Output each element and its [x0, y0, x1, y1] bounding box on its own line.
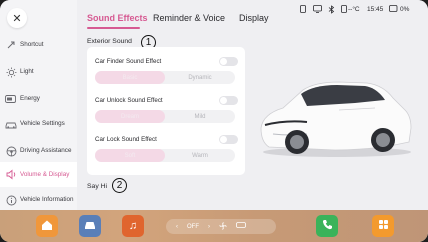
sidebar-item-energy[interactable]: Energy	[0, 87, 77, 111]
music-icon: ♫	[128, 220, 138, 232]
seat-heat-icon[interactable]	[236, 222, 246, 231]
car-finder-selector[interactable]: Basic Dynamic	[95, 71, 235, 84]
music-app-button[interactable]: ♫	[122, 215, 144, 237]
home-app-button[interactable]	[36, 215, 58, 237]
tab-reminder-voice[interactable]: Reminder & Voice	[153, 13, 225, 23]
car-unlock-selector[interactable]: Dream Mild	[95, 110, 235, 123]
temperature-value: --°C	[348, 6, 360, 13]
home-icon	[41, 219, 53, 234]
climate-status: OFF	[187, 223, 199, 230]
sidebar-item-label: Vehicle Information	[20, 196, 74, 204]
sidebar-item-label: Driving Assistance	[20, 147, 72, 155]
climate-increase-button[interactable]: ›	[208, 224, 210, 230]
car-unlock-option-dream[interactable]: Dream	[95, 110, 165, 123]
close-icon: ✕	[12, 12, 22, 25]
climate-control[interactable]: ‹ OFF ›	[166, 219, 276, 234]
sidebar-item-driving-assistance[interactable]: Driving Assistance	[0, 139, 77, 163]
sidebar-item-vehicle-settings[interactable]: Vehicle Settings	[0, 112, 77, 136]
car-lock-option-warm[interactable]: Warm	[165, 149, 235, 162]
annotation-marker-2: 2	[112, 178, 127, 193]
bluetooth-icon	[328, 5, 335, 16]
car-finder-label: Car Finder Sound Effect	[95, 58, 162, 65]
sidebar-item-label: Volume & Display	[20, 170, 70, 178]
car-unlock-option-mild[interactable]: Mild	[165, 110, 235, 123]
car-unlock-toggle[interactable]	[219, 96, 238, 105]
sidebar: ✕ Shortcut Light Energy Vehicle Settings	[0, 0, 77, 210]
active-tab-indicator	[87, 27, 140, 29]
phone-call-icon	[322, 219, 333, 233]
shortcut-icon	[5, 39, 17, 51]
sidebar-item-label: Vehicle Settings	[20, 120, 65, 128]
screen-cast-icon	[313, 5, 322, 15]
car-icon	[5, 118, 17, 130]
climate-decrease-button[interactable]: ‹	[176, 224, 178, 230]
car-lock-toggle[interactable]	[219, 135, 238, 144]
tab-display[interactable]: Display	[239, 13, 269, 23]
say-hi-title: Say Hi	[87, 183, 108, 190]
sidebar-item-shortcut[interactable]: Shortcut	[0, 33, 77, 57]
car-lock-label: Car Lock Sound Effect	[95, 136, 157, 143]
sidebar-item-light[interactable]: Light	[0, 60, 77, 84]
close-button[interactable]: ✕	[7, 8, 27, 28]
light-icon	[5, 66, 17, 78]
car-lock-option-soft[interactable]: Soft	[95, 149, 165, 162]
sidebar-item-vehicle-information[interactable]: Vehicle Information	[0, 188, 77, 212]
car-finder-toggle[interactable]	[219, 57, 238, 66]
app-grid-icon	[378, 219, 389, 233]
steering-wheel-icon	[5, 145, 17, 157]
fan-icon[interactable]	[219, 222, 227, 232]
battery-percentage: 0%	[400, 6, 410, 13]
vehicle-image	[260, 81, 412, 157]
screen: ✕ Shortcut Light Energy Vehicle Settings	[0, 0, 428, 242]
exterior-sound-title: Exterior Sound	[87, 38, 132, 45]
car-finder-option-basic[interactable]: Basic	[95, 71, 165, 84]
car-app-icon	[84, 220, 96, 233]
sidebar-item-label: Energy	[20, 95, 40, 103]
info-icon	[5, 194, 17, 206]
tab-sound-effects[interactable]: Sound Effects	[87, 13, 148, 23]
clock: 15:45	[367, 6, 384, 13]
vehicle-app-button[interactable]	[79, 215, 101, 237]
volume-icon	[5, 169, 17, 181]
phone-app-button[interactable]	[316, 215, 338, 237]
app-dock: ♫ ‹ OFF ›	[0, 210, 428, 242]
car-lock-selector[interactable]: Soft Warm	[95, 149, 235, 162]
app-launcher-button[interactable]	[372, 215, 394, 237]
sidebar-item-label: Shortcut	[20, 41, 44, 49]
battery-icon	[5, 93, 17, 105]
car-unlock-label: Car Unlock Sound Effect	[95, 97, 163, 104]
temperature-icon	[341, 5, 347, 15]
sidebar-item-volume-display[interactable]: Volume & Display	[0, 162, 77, 187]
exterior-sound-card: Car Finder Sound Effect Basic Dynamic Ca…	[87, 47, 245, 175]
sidebar-item-label: Light	[20, 68, 34, 76]
phone-icon	[300, 5, 306, 15]
battery-status-icon	[389, 5, 398, 14]
car-finder-option-dynamic[interactable]: Dynamic	[165, 71, 235, 84]
